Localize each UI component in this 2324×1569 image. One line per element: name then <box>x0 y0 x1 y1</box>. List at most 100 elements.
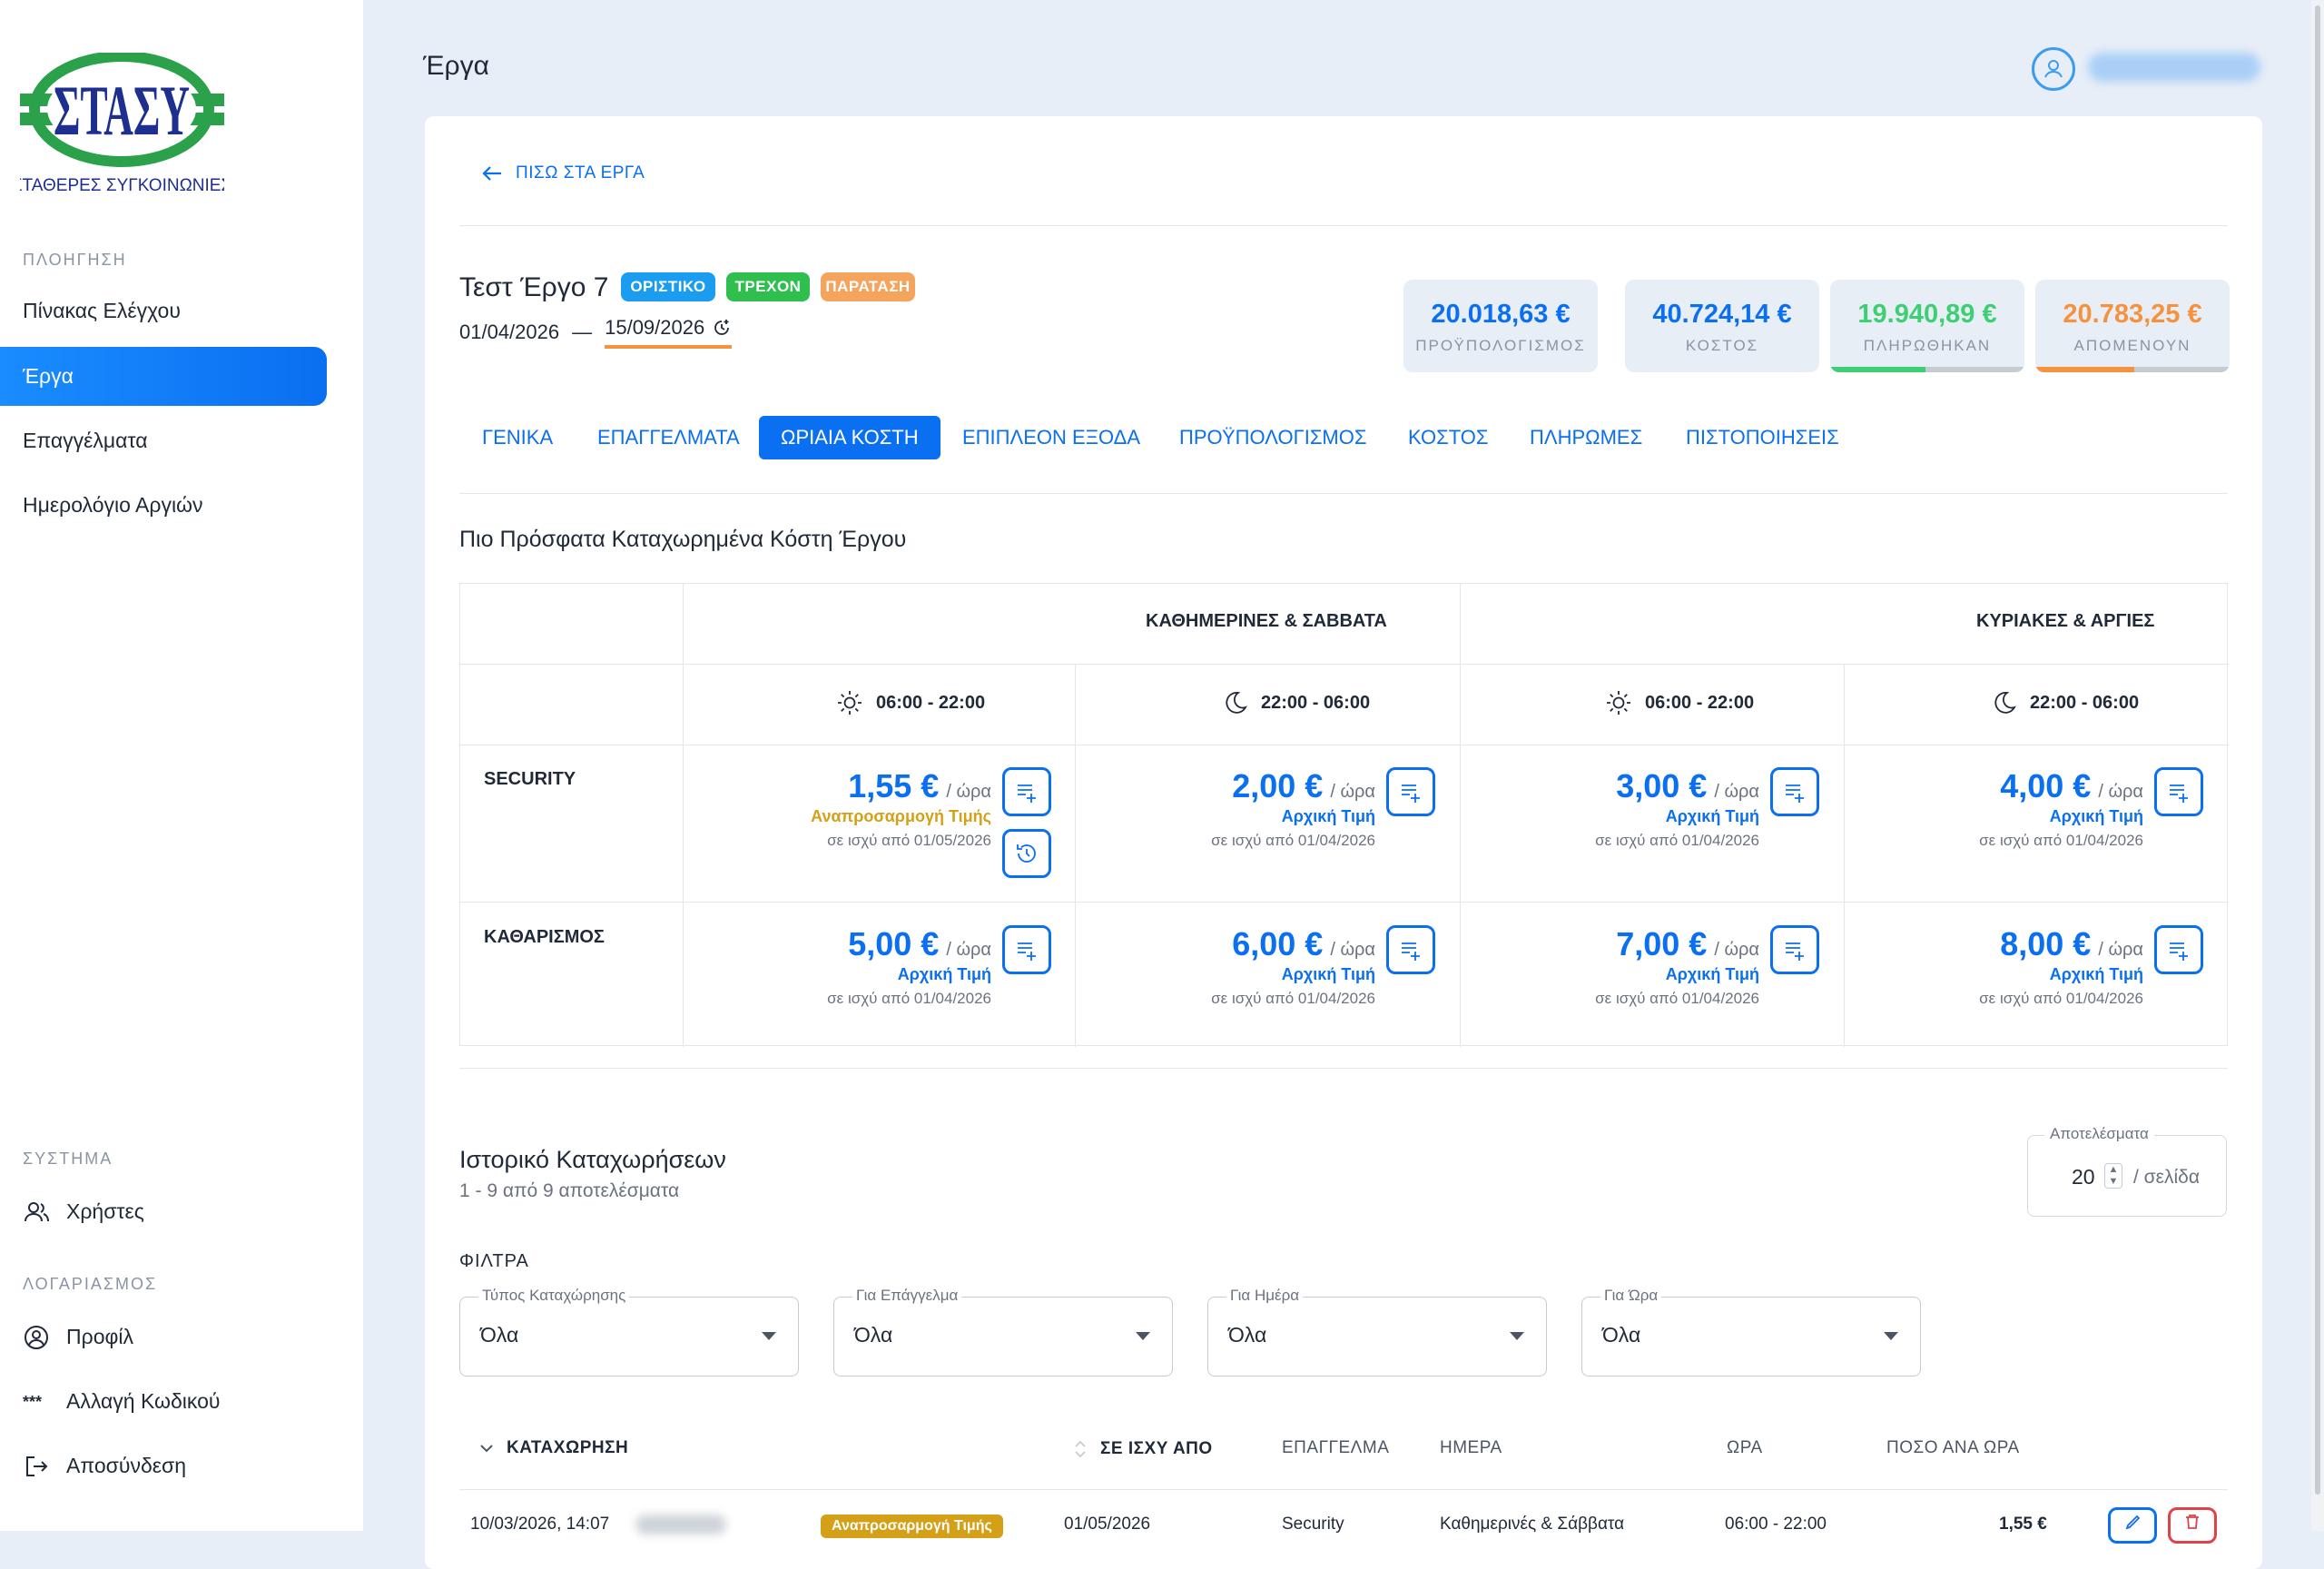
history-icon <box>1013 840 1040 867</box>
sidebar-item-label: Έργα <box>23 364 74 388</box>
add-rate-button[interactable] <box>2154 767 2203 816</box>
history-row-time: 06:00 - 22:00 <box>1725 1515 1827 1534</box>
stat-label: ΑΠΟΜΕΝΟΥΝ <box>2073 337 2191 354</box>
add-rate-button[interactable] <box>1002 767 1051 816</box>
rate-type-tag: Αρχική Τιμή <box>2049 965 2143 983</box>
rate-amount: 6,00 € <box>1232 925 1324 962</box>
rate-unit: / ώρα <box>1714 782 1759 802</box>
select-value: Όλα <box>1228 1323 1267 1347</box>
tab-trades[interactable]: ΕΠΑΓΓΕΛΜΑΤΑ <box>576 416 762 459</box>
filter-entry-type-select[interactable]: Τύπος Καταχώρησης Όλα <box>459 1287 799 1377</box>
end-date-extended[interactable]: 15/09/2026 <box>605 316 733 349</box>
table-row-divider <box>460 664 2229 665</box>
table-col-divider <box>1844 664 1845 1047</box>
history-row-amount: 1,55 € <box>1999 1515 2047 1534</box>
period-label: 22:00 - 06:00 <box>2030 692 2140 713</box>
rate-amount: 8,00 € <box>2000 925 2092 962</box>
logout-icon <box>23 1453 50 1480</box>
sidebar-item-label: Προφίλ <box>66 1325 134 1348</box>
remaining-progress-fill <box>2035 367 2135 372</box>
password-icon: *** <box>23 1388 50 1416</box>
rate-amount: 5,00 € <box>848 925 940 962</box>
sidebar-item-logout[interactable]: Αποσύνδεση <box>0 1436 327 1495</box>
sort-icon <box>1071 1438 1089 1460</box>
divider <box>459 1068 2228 1069</box>
sidebar-item-holidays[interactable]: Ημερολόγιο Αργιών <box>0 476 327 535</box>
moon-icon <box>1221 689 1248 716</box>
dropdown-arrow-icon <box>1136 1332 1150 1340</box>
select-value: Όλα <box>1602 1323 1641 1347</box>
sidebar-item-dashboard[interactable]: Πίνακας Ελέγχου <box>0 281 327 340</box>
project-dates: 01/04/2026 — 15/09/2026 <box>459 316 733 349</box>
rate-cell: 6,00 € / ώρα Αρχική Τιμή σε ισχύ από 01/0… <box>1103 925 1375 1008</box>
rate-since: σε ισχύ από 01/04/2026 <box>1979 832 2143 849</box>
rate-cell: 2,00 € / ώρα Αρχική Τιμή σε ισχύ από 01/0… <box>1103 767 1375 850</box>
stat-paid: 19.940,89 € ΠΛΗΡΩΘΗΚΑΝ <box>1830 280 2024 372</box>
rate-unit: / ώρα <box>1330 940 1375 960</box>
tab-cost[interactable]: ΚΟΣΤΟΣ <box>1386 416 1510 459</box>
rate-unit: / ώρα <box>1714 940 1759 960</box>
rate-history-button[interactable] <box>1002 829 1051 878</box>
add-rate-button[interactable] <box>1770 767 1819 816</box>
filter-trade-select[interactable]: Για Επάγγελμα Όλα <box>833 1287 1173 1377</box>
status-badge-extension: ΠΑΡΑΤΑΣΗ <box>821 272 915 301</box>
sidebar-item-profile[interactable]: Προφίλ <box>0 1308 327 1367</box>
number-spinner-icon[interactable]: ▲ ▼ <box>2104 1163 2122 1189</box>
paid-progress-fill <box>1830 367 1925 372</box>
rate-amount: 7,00 € <box>1616 925 1708 962</box>
add-rate-button[interactable] <box>1002 925 1051 974</box>
dropdown-arrow-icon <box>762 1332 776 1340</box>
column-header-trade: ΕΠΑΓΓΕΛΜΑ <box>1282 1438 1389 1458</box>
add-rate-button[interactable] <box>1386 767 1435 816</box>
add-rate-button[interactable] <box>1770 925 1819 974</box>
per-page-value[interactable]: 20 <box>2072 1165 2095 1189</box>
tab-general[interactable]: ΓΕΝΙΚΑ <box>460 416 575 459</box>
column-header-since[interactable]: ΣΕ ΙΣΧΥ ΑΠΟ <box>1071 1438 1213 1460</box>
delete-button[interactable] <box>2168 1507 2217 1544</box>
sidebar-item-trades[interactable]: Επαγγέλματα <box>0 411 327 470</box>
stasy-logo[interactable]: ΣΤΑΣΥ ΣΤΑΘΕΡΕΣ ΣΥΓΚΟΙΝΩΝΙΕΣ <box>20 53 224 207</box>
column-label: ΕΠΑΓΓΕΛΜΑ <box>1282 1438 1390 1457</box>
sidebar-item-change-password[interactable]: *** Αλλαγή Κωδικού <box>0 1372 327 1431</box>
tab-certifications[interactable]: ΠΙΣΤΟΠΟΙΗΣΕΙΣ <box>1664 416 1861 459</box>
column-header-entry[interactable]: ΚΑΤΑΧΩΡΗΣΗ <box>478 1438 628 1458</box>
results-per-page-field[interactable]: Αποτελέσματα 20 ▲ ▼ / σελίδα <box>2027 1125 2227 1217</box>
sidebar-item-label: Αλλαγή Κωδικού <box>66 1389 221 1413</box>
stat-budget: 20.018,63 € ΠΡΟΫΠΟΛΟΓΙΣΜΟΣ <box>1403 280 1598 372</box>
filter-time-select[interactable]: Για Ώρα Όλα <box>1581 1287 1921 1377</box>
start-date: 01/04/2026 <box>459 321 560 343</box>
divider <box>459 225 2228 226</box>
period-label: 06:00 - 22:00 <box>876 692 986 713</box>
add-rate-button[interactable] <box>1386 925 1435 974</box>
filter-day-select[interactable]: Για Ημέρα Όλα <box>1207 1287 1547 1377</box>
add-rate-button[interactable] <box>2154 925 2203 974</box>
back-to-projects-link[interactable]: ΠΙΣΩ ΣΤΑ ΕΡΓΑ <box>481 163 645 183</box>
sidebar-item-label: Πίνακας Ελέγχου <box>23 299 181 322</box>
user-avatar-icon[interactable] <box>2032 47 2075 91</box>
sidebar-item-projects[interactable]: Έργα <box>0 347 327 406</box>
list-add-icon <box>2165 936 2192 963</box>
sidebar-item-users[interactable]: Χρήστες <box>0 1182 327 1241</box>
select-label: Για Επάγγελμα <box>852 1287 962 1305</box>
sidebar-item-label: Επαγγέλματα <box>23 429 148 452</box>
rate-unit: / ώρα <box>946 940 991 960</box>
pencil-icon <box>2111 1510 2154 1532</box>
rate-unit: / ώρα <box>1330 782 1375 802</box>
scrollbar-thumb[interactable] <box>2315 5 2320 1495</box>
tab-extra-expenses[interactable]: ΕΠΙΠΛΕΟΝ ΕΞΟΔΑ <box>940 416 1162 459</box>
page-scrollbar[interactable] <box>2311 0 2324 1531</box>
tab-hourly-costs[interactable]: ΩΡΙΑΙΑ ΚΟΣΤΗ <box>759 416 940 459</box>
list-add-icon <box>1781 936 1808 963</box>
history-title: Ιστορικό Καταχωρήσεων <box>459 1146 726 1173</box>
svg-text:ΣΤΑΣΥ: ΣΤΑΣΥ <box>54 71 190 150</box>
column-header-day: ΗΜΕΡΑ <box>1440 1438 1502 1458</box>
tab-payments[interactable]: ΠΛΗΡΩΜΕΣ <box>1508 416 1664 459</box>
tab-budget[interactable]: ΠΡΟΫΠΟΛΟΓΙΣΜΟΣ <box>1157 416 1388 459</box>
arrow-left-icon <box>481 164 503 183</box>
edit-button[interactable] <box>2108 1507 2157 1544</box>
stat-value: 20.783,25 € <box>2063 300 2202 329</box>
remaining-progress-bar <box>2035 367 2230 372</box>
user-name-blurred[interactable] <box>2088 53 2260 82</box>
list-add-icon <box>1013 936 1040 963</box>
status-badge-final: ΟΡΙΣΤΙΚΟ <box>621 272 715 301</box>
